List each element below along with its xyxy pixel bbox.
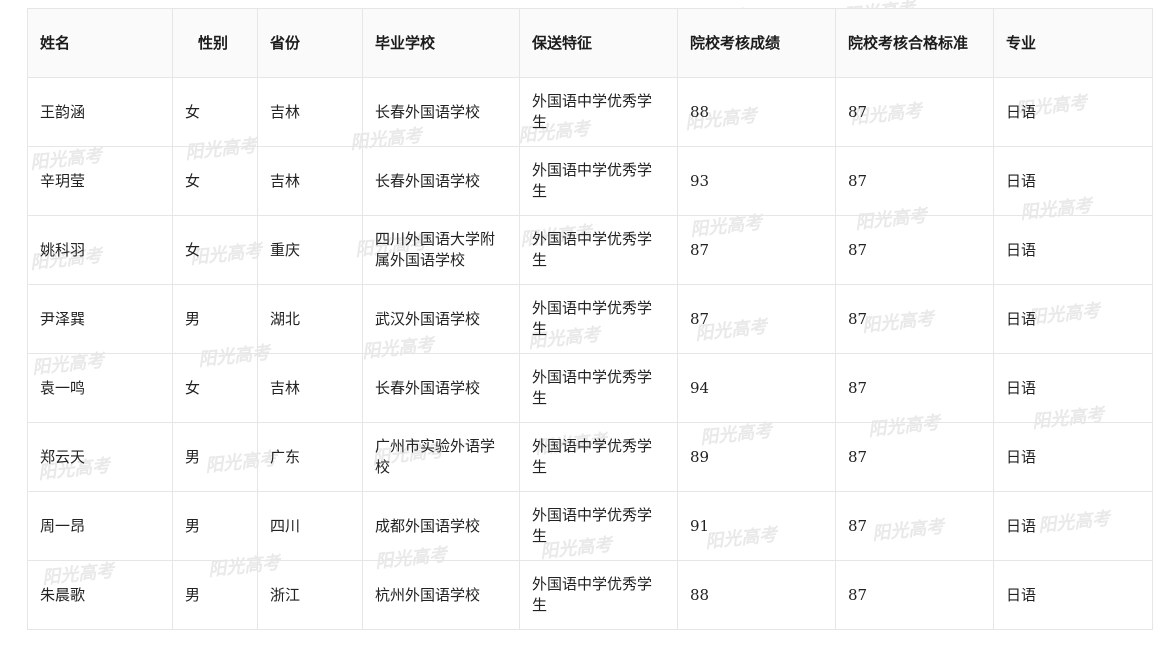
name-cell: 尹泽巽 bbox=[27, 284, 173, 354]
major-cell: 日语 bbox=[993, 353, 1153, 423]
feature-cell: 外国语中学优秀学生 bbox=[519, 146, 678, 216]
gender-cell: 女 bbox=[172, 353, 258, 423]
score-cell: 88 bbox=[677, 77, 836, 147]
header-feature: 保送特征 bbox=[519, 8, 678, 78]
name-cell: 姚科羽 bbox=[27, 215, 173, 285]
school-cell: 长春外国语学校 bbox=[362, 77, 520, 147]
table-row: 朱晨歌男浙江 杭州外国语学校 外国语中学优秀学生 88 87 日语 bbox=[27, 560, 1153, 630]
gender-cell: 男 bbox=[172, 560, 258, 630]
name-cell: 王韵涵 bbox=[27, 77, 173, 147]
province-cell: 四川 bbox=[257, 491, 363, 561]
standard-cell: 87 bbox=[835, 284, 994, 354]
standard-cell: 87 bbox=[835, 146, 994, 216]
major-cell: 日语 bbox=[993, 146, 1153, 216]
score-cell: 89 bbox=[677, 422, 836, 492]
feature-cell: 外国语中学优秀学生 bbox=[519, 284, 678, 354]
header-gender: 性别 bbox=[172, 8, 258, 78]
province-cell: 吉林 bbox=[257, 77, 363, 147]
table-row: 袁一鸣女吉林 长春外国语学校 外国语中学优秀学生 94 87 日语 bbox=[27, 353, 1153, 423]
standard-cell: 87 bbox=[835, 77, 994, 147]
gender-cell: 男 bbox=[172, 422, 258, 492]
name-cell: 袁一鸣 bbox=[27, 353, 173, 423]
table-header: 姓名 性别 省份 毕业学校 保送特征 院校考核成绩 院校考核合格标准 专业 bbox=[27, 8, 1153, 78]
school-cell: 杭州外国语学校 bbox=[362, 560, 520, 630]
table-row: 姚科羽女重庆 四川外国语大学附属外国语学校 外国语中学优秀学生 87 87 日语 bbox=[27, 215, 1153, 285]
major-cell: 日语 bbox=[993, 422, 1153, 492]
table-row: 尹泽巽男湖北 武汉外国语学校 外国语中学优秀学生 87 87 日语 bbox=[27, 284, 1153, 354]
score-cell: 93 bbox=[677, 146, 836, 216]
gender-cell: 女 bbox=[172, 215, 258, 285]
standard-cell: 87 bbox=[835, 215, 994, 285]
table-row: 王韵涵女吉林 长春外国语学校 外国语中学优秀学生 88 87 日语 bbox=[27, 77, 1153, 147]
province-cell: 重庆 bbox=[257, 215, 363, 285]
feature-cell: 外国语中学优秀学生 bbox=[519, 353, 678, 423]
name-cell: 周一昂 bbox=[27, 491, 173, 561]
header-standard: 院校考核合格标准 bbox=[835, 8, 994, 78]
name-cell: 朱晨歌 bbox=[27, 560, 173, 630]
school-cell: 广州市实验外语学校 bbox=[362, 422, 520, 492]
header-name: 姓名 bbox=[27, 8, 173, 78]
school-cell: 四川外国语大学附属外国语学校 bbox=[362, 215, 520, 285]
feature-cell: 外国语中学优秀学生 bbox=[519, 491, 678, 561]
school-cell: 武汉外国语学校 bbox=[362, 284, 520, 354]
name-cell: 辛玥莹 bbox=[27, 146, 173, 216]
feature-cell: 外国语中学优秀学生 bbox=[519, 77, 678, 147]
feature-cell: 外国语中学优秀学生 bbox=[519, 422, 678, 492]
gender-cell: 男 bbox=[172, 284, 258, 354]
admission-table: 姓名 性别 省份 毕业学校 保送特征 院校考核成绩 院校考核合格标准 专业 王韵… bbox=[27, 8, 1153, 630]
major-cell: 日语 bbox=[993, 491, 1153, 561]
page: 阳光高考 阳光高考 阳光高考 阳光高考 阳光高考 阳光高考 阳光高考 阳光高考 阳光高考 阳光高考… bbox=[0, 0, 1176, 659]
standard-cell: 87 bbox=[835, 353, 994, 423]
score-cell: 87 bbox=[677, 284, 836, 354]
province-cell: 广东 bbox=[257, 422, 363, 492]
score-cell: 91 bbox=[677, 491, 836, 561]
major-cell: 日语 bbox=[993, 284, 1153, 354]
header-row: 姓名 性别 省份 毕业学校 保送特征 院校考核成绩 院校考核合格标准 专业 bbox=[27, 8, 1153, 78]
school-cell: 成都外国语学校 bbox=[362, 491, 520, 561]
name-cell: 郑云天 bbox=[27, 422, 173, 492]
province-cell: 浙江 bbox=[257, 560, 363, 630]
table-body: 王韵涵女吉林 长春外国语学校 外国语中学优秀学生 88 87 日语 辛玥莹女吉林 长春外国语学… bbox=[27, 77, 1153, 630]
school-cell: 长春外国语学校 bbox=[362, 353, 520, 423]
table-row: 周一昂男四川 成都外国语学校 外国语中学优秀学生 91 87 日语 bbox=[27, 491, 1153, 561]
major-cell: 日语 bbox=[993, 215, 1153, 285]
header-school: 毕业学校 bbox=[362, 8, 520, 78]
standard-cell: 87 bbox=[835, 560, 994, 630]
standard-cell: 87 bbox=[835, 422, 994, 492]
table-row: 辛玥莹女吉林 长春外国语学校 外国语中学优秀学生 93 87 日语 bbox=[27, 146, 1153, 216]
score-cell: 88 bbox=[677, 560, 836, 630]
major-cell: 日语 bbox=[993, 77, 1153, 147]
gender-cell: 女 bbox=[172, 146, 258, 216]
feature-cell: 外国语中学优秀学生 bbox=[519, 560, 678, 630]
province-cell: 吉林 bbox=[257, 353, 363, 423]
province-cell: 吉林 bbox=[257, 146, 363, 216]
school-cell: 长春外国语学校 bbox=[362, 146, 520, 216]
table-row: 郑云天男广东 广州市实验外语学校 外国语中学优秀学生 89 87 日语 bbox=[27, 422, 1153, 492]
header-major: 专业 bbox=[993, 8, 1153, 78]
gender-cell: 男 bbox=[172, 491, 258, 561]
major-cell: 日语 bbox=[993, 560, 1153, 630]
header-score: 院校考核成绩 bbox=[677, 8, 836, 78]
gender-cell: 女 bbox=[172, 77, 258, 147]
header-province: 省份 bbox=[257, 8, 363, 78]
score-cell: 87 bbox=[677, 215, 836, 285]
score-cell: 94 bbox=[677, 353, 836, 423]
standard-cell: 87 bbox=[835, 491, 994, 561]
feature-cell: 外国语中学优秀学生 bbox=[519, 215, 678, 285]
province-cell: 湖北 bbox=[257, 284, 363, 354]
